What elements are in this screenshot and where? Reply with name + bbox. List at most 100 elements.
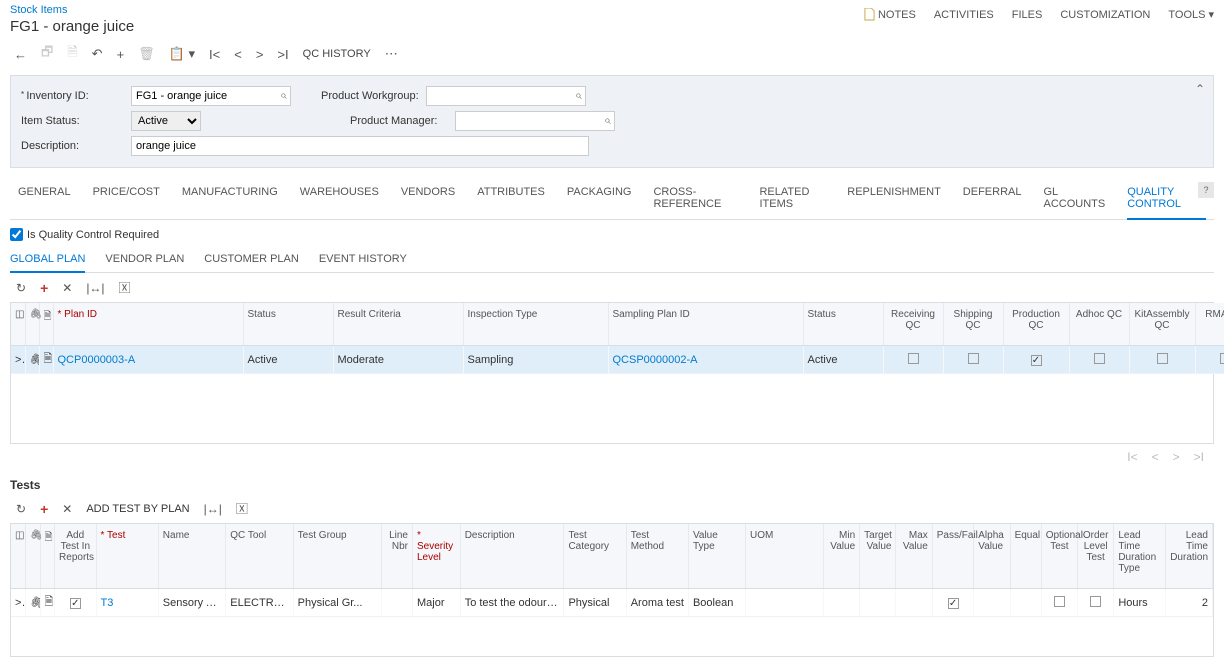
col-uom[interactable]: UOM <box>746 524 824 589</box>
attach-icon[interactable]: 🖇 <box>25 346 39 374</box>
pager-prev-icon[interactable]: < <box>1152 450 1159 464</box>
note-icon[interactable]: 🗎 <box>39 346 53 374</box>
col-expand[interactable]: ◫ <box>11 303 25 346</box>
col-expand[interactable]: ◫ <box>11 524 26 589</box>
plan-id-link[interactable]: QCP0000003-A <box>58 354 136 366</box>
col-lead-dur-type[interactable]: Lead Time Duration Type <box>1114 524 1166 589</box>
checkbox-icon[interactable] <box>1054 596 1065 607</box>
expand-icon[interactable]: > <box>11 589 26 617</box>
subtab-customer-plan[interactable]: CUSTOMER PLAN <box>204 247 299 272</box>
tab-general[interactable]: GENERAL <box>18 178 71 219</box>
description-input[interactable] <box>131 136 589 156</box>
table-row[interactable]: >🖇🗎QCP0000003-AActiveModerateSamplingQCS… <box>11 346 1224 374</box>
tab-price-cost[interactable]: PRICE/COST <box>93 178 160 219</box>
col-optional[interactable]: Optional Test <box>1041 524 1077 589</box>
prev-record-icon[interactable]: < <box>234 47 242 62</box>
tab-vendors[interactable]: VENDORS <box>401 178 455 219</box>
help-icon[interactable]: ? <box>1198 182 1214 198</box>
last-record-icon[interactable]: >I <box>277 47 288 62</box>
checkbox-icon[interactable] <box>1031 355 1042 366</box>
pager-first-icon[interactable]: I< <box>1127 450 1137 464</box>
col-order-level[interactable]: Order Level Test <box>1078 524 1114 589</box>
col-receiving[interactable]: Receiving QC <box>883 303 943 346</box>
col-inspection-type[interactable]: Inspection Type <box>463 303 608 346</box>
export-icon[interactable]: 🅇 <box>119 279 131 296</box>
qc-required-checkbox[interactable] <box>10 228 23 241</box>
col-test-method[interactable]: Test Method <box>626 524 688 589</box>
fit-columns-icon[interactable]: |↔| <box>86 281 104 295</box>
tab-deferral[interactable]: DEFERRAL <box>963 178 1022 219</box>
customization-link[interactable]: CUSTOMIZATION <box>1060 9 1150 21</box>
back-icon[interactable]: ← <box>14 47 27 62</box>
checkbox-icon[interactable] <box>968 353 979 364</box>
col-name[interactable]: Name <box>158 524 225 589</box>
checkbox-icon[interactable] <box>1220 353 1224 364</box>
col-test-group[interactable]: Test Group <box>293 524 381 589</box>
delete-row-icon[interactable]: ✕ <box>62 281 72 295</box>
pager-last-icon[interactable]: >I <box>1194 450 1204 464</box>
tab-replenishment[interactable]: REPLENISHMENT <box>847 178 941 219</box>
checkbox-icon[interactable] <box>1090 596 1101 607</box>
tab-manufacturing[interactable]: MANUFACTURING <box>182 178 278 219</box>
col-kitassembly[interactable]: KitAssembly QC <box>1129 303 1195 346</box>
col-test-category[interactable]: Test Category <box>564 524 626 589</box>
checkbox-icon[interactable] <box>908 353 919 364</box>
refresh-icon[interactable]: ↻ <box>16 281 26 295</box>
product-workgroup-input[interactable] <box>426 86 586 106</box>
col-test[interactable]: * Test <box>96 524 158 589</box>
subtab-event-history[interactable]: EVENT HISTORY <box>319 247 407 272</box>
col-severity[interactable]: * Severity Level <box>412 524 460 589</box>
col-shipping[interactable]: Shipping QC <box>943 303 1003 346</box>
add-row-icon[interactable]: + <box>40 280 48 296</box>
tab-warehouses[interactable]: WAREHOUSES <box>300 178 379 219</box>
add-row-icon[interactable]: + <box>40 501 48 517</box>
col-alpha[interactable]: Alpha Value <box>974 524 1010 589</box>
tab-cross-reference[interactable]: CROSS-REFERENCE <box>653 178 737 219</box>
checkbox-icon[interactable] <box>70 598 81 609</box>
col-status[interactable]: Status <box>243 303 333 346</box>
tab-attributes[interactable]: ATTRIBUTES <box>477 178 545 219</box>
tab-related-items[interactable]: RELATED ITEMS <box>759 178 825 219</box>
col-add-test[interactable]: Add Test In Reports <box>55 524 97 589</box>
first-record-icon[interactable]: I< <box>209 47 220 62</box>
table-row[interactable]: >🖇🗎T3Sensory An...ELECTRO...Physical Gr.… <box>11 589 1213 617</box>
col-adhoc[interactable]: Adhoc QC <box>1069 303 1129 346</box>
item-status-select[interactable]: Active <box>131 111 201 131</box>
col-result-criteria[interactable]: Result Criteria <box>333 303 463 346</box>
note-icon[interactable]: 🗎 <box>40 589 55 617</box>
save-close-icon[interactable]: 🗗 <box>41 43 53 65</box>
col-max[interactable]: Max Value <box>896 524 932 589</box>
sampling-plan-link[interactable]: QCSP0000002-A <box>613 354 698 366</box>
col-passfail[interactable]: Pass/Fail <box>932 524 974 589</box>
test-link[interactable]: T3 <box>101 597 114 609</box>
pager-next-icon[interactable]: > <box>1173 450 1180 464</box>
breadcrumb[interactable]: Stock Items <box>10 4 134 16</box>
col-min[interactable]: Min Value <box>823 524 859 589</box>
col-equal[interactable]: Equal <box>1010 524 1041 589</box>
next-record-icon[interactable]: > <box>256 47 264 62</box>
qc-history-button[interactable]: QC HISTORY <box>303 48 371 60</box>
col-attach[interactable]: 🖇 <box>26 524 41 589</box>
attach-icon[interactable]: 🖇 <box>26 589 41 617</box>
collapse-icon[interactable]: ⌃ <box>1195 82 1205 96</box>
col-sampling-plan[interactable]: Sampling Plan ID <box>608 303 803 346</box>
col-rma[interactable]: RMA QC <box>1195 303 1224 346</box>
tab-quality-control[interactable]: QUALITY CONTROL <box>1127 178 1206 220</box>
tools-link[interactable]: TOOLS ▾ <box>1168 8 1214 21</box>
activities-link[interactable]: ACTIVITIES <box>934 9 994 21</box>
product-manager-input[interactable] <box>455 111 615 131</box>
refresh-icon[interactable]: ↻ <box>16 502 26 516</box>
checkbox-icon[interactable] <box>1094 353 1105 364</box>
more-icon[interactable]: ⋯ <box>385 46 398 62</box>
col-status2[interactable]: Status <box>803 303 883 346</box>
col-plan-id[interactable]: * Plan ID <box>53 303 243 346</box>
add-icon[interactable]: + <box>117 47 125 62</box>
col-qc-tool[interactable]: QC Tool <box>226 524 293 589</box>
col-lead-dur[interactable]: Lead Time Duration <box>1166 524 1213 589</box>
clipboard-icon[interactable]: 📋 ▾ <box>169 46 195 62</box>
export-icon[interactable]: 🅇 <box>236 500 248 517</box>
col-production[interactable]: Production QC <box>1003 303 1069 346</box>
checkbox-icon[interactable] <box>1157 353 1168 364</box>
tab-packaging[interactable]: PACKAGING <box>567 178 632 219</box>
undo-icon[interactable]: ↶ <box>92 46 103 62</box>
